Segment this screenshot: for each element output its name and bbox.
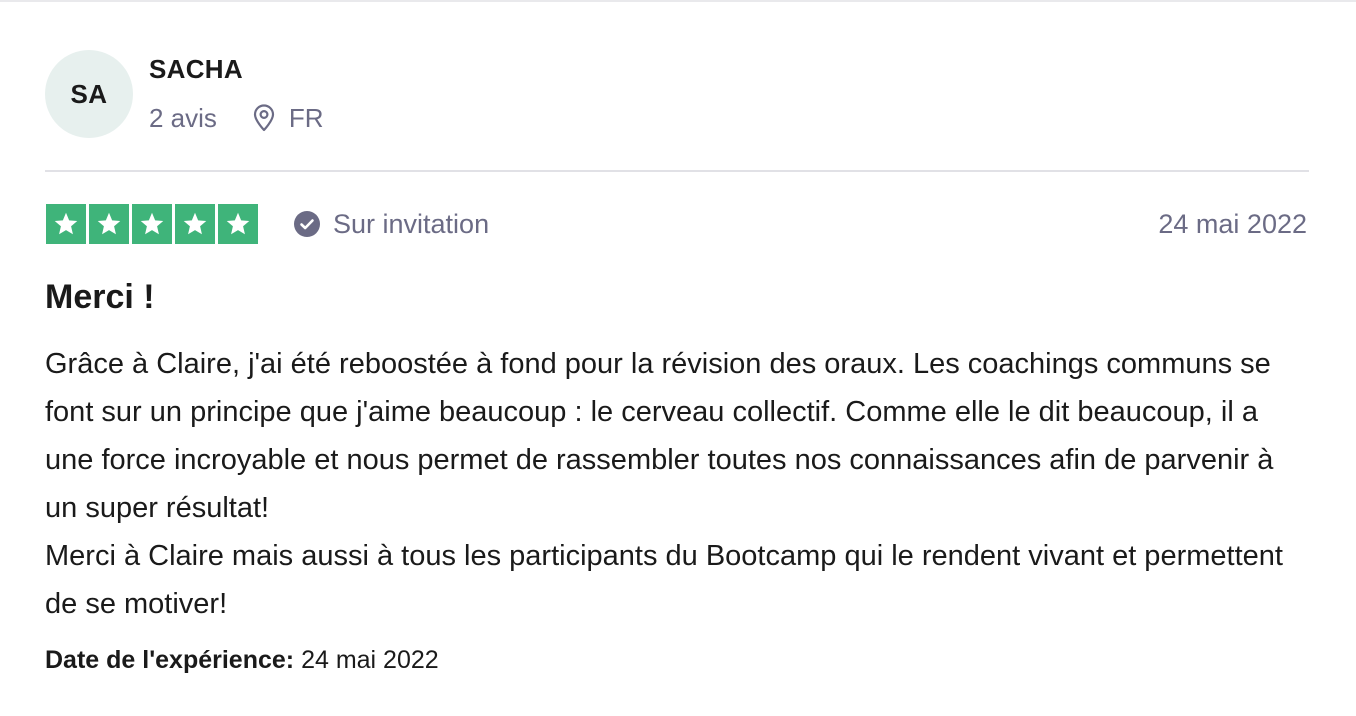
verification-label[interactable]: Sur invitation	[293, 206, 489, 242]
review-body: Grâce à Claire, j'ai été reboostée à fon…	[45, 340, 1309, 628]
experience-date-value: 24 mai 2022	[301, 646, 439, 674]
reviewer-meta: 2 avis FR	[149, 100, 324, 136]
review-date: 24 mai 2022	[1158, 209, 1307, 239]
reviewer-country: FR	[288, 102, 324, 133]
review-count: 2 avis	[149, 102, 217, 133]
star-icon	[89, 204, 129, 244]
review-title[interactable]: Merci !	[45, 278, 155, 317]
star-rating	[46, 204, 258, 244]
star-icon	[175, 204, 215, 244]
star-icon	[218, 204, 258, 244]
star-icon	[46, 204, 86, 244]
star-icon	[132, 204, 172, 244]
avatar-initials: SA	[70, 78, 108, 109]
review-paragraph: Grâce à Claire, j'ai été reboostée à fon…	[45, 348, 1274, 524]
experience-date: Date de l'expérience: 24 mai 2022	[45, 646, 439, 675]
location-pin-icon	[251, 104, 277, 132]
review-card: SA SACHA 2 avis FR Sur invitation 24 mai…	[45, 0, 1309, 716]
experience-label: Date de l'expérience:	[45, 646, 295, 674]
verification-text: Sur invitation	[333, 208, 490, 239]
review-paragraph: Merci à Claire mais aussi à tous les par…	[45, 540, 1283, 620]
reviewer-name[interactable]: SACHA	[149, 54, 243, 85]
divider	[45, 170, 1309, 172]
avatar[interactable]: SA	[45, 50, 133, 138]
verified-check-icon	[293, 210, 321, 238]
